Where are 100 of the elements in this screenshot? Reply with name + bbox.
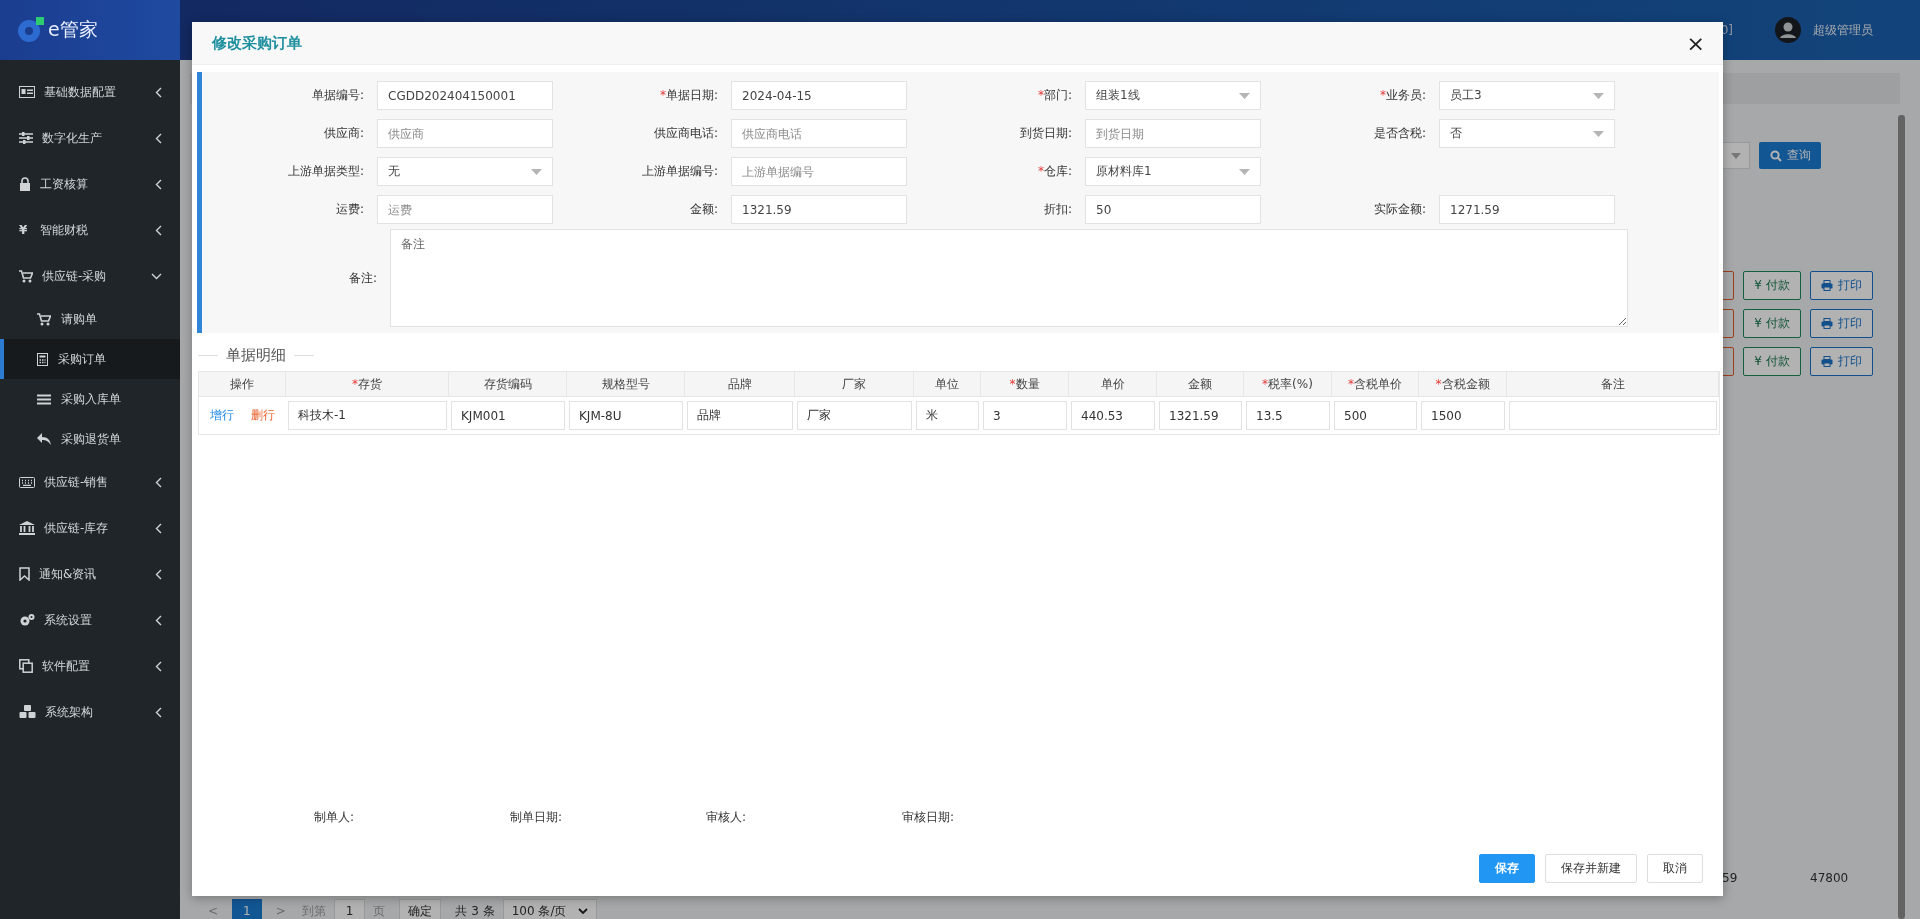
printer-icon xyxy=(1821,318,1833,329)
submenu-item[interactable]: 采购入库单 xyxy=(0,379,180,419)
menu-item[interactable]: 供应链-库存 xyxy=(0,505,180,551)
avatar-icon[interactable] xyxy=(1775,17,1801,43)
caret-icon xyxy=(578,908,589,914)
pay-button[interactable]: ¥ 付款 xyxy=(1743,309,1801,338)
page-input[interactable]: 1 xyxy=(333,899,366,919)
menu-item[interactable]: 基础数据配置 xyxy=(0,69,180,115)
table-cell-input[interactable]: 440.53 xyxy=(1071,401,1155,430)
id-card-icon xyxy=(19,86,35,98)
add-row-link[interactable]: 增行 xyxy=(209,407,234,424)
sliders-icon xyxy=(19,132,33,144)
column-header: 备注 xyxy=(1507,372,1719,396)
footer-label: 审核人: xyxy=(706,809,748,826)
field-label: 金额: xyxy=(688,201,718,218)
goto-label: 到第 xyxy=(300,902,327,919)
submenu-item[interactable]: 采购退货单 xyxy=(0,419,180,459)
table-cell-input[interactable]: 500 xyxy=(1334,401,1417,430)
column-header: *数量 xyxy=(981,372,1069,396)
field-label: 折扣: xyxy=(1042,201,1072,218)
dialog-button[interactable]: 保存并新建 xyxy=(1545,854,1637,883)
column-header: 操作 xyxy=(199,372,286,396)
menu-item[interactable]: 系统设置 xyxy=(0,597,180,643)
menu-item[interactable]: 供应链-销售 xyxy=(0,459,180,505)
input-field[interactable]: 50 xyxy=(1085,195,1261,224)
table-cell-input[interactable]: 厂家 xyxy=(797,401,912,430)
logo-icon xyxy=(18,17,44,43)
chevron-left-icon xyxy=(155,224,162,236)
search-button[interactable]: 查询 xyxy=(1759,142,1821,169)
table-cell-input[interactable]: 3 xyxy=(983,401,1067,430)
scrollbar[interactable] xyxy=(1898,115,1905,919)
field-label: 单据编号: xyxy=(310,87,364,104)
print-button[interactable]: 打印 xyxy=(1810,347,1873,376)
menu-item[interactable]: 供应链-采购 xyxy=(0,253,180,299)
close-button[interactable]: × xyxy=(1682,30,1709,56)
caret-icon xyxy=(1239,168,1250,175)
input-field[interactable]: 上游单据编号 xyxy=(731,157,907,186)
table-cell-input[interactable]: 13.5 xyxy=(1246,401,1330,430)
chevron-left-icon xyxy=(155,614,162,626)
dialog-button[interactable]: 取消 xyxy=(1647,854,1703,883)
field-label: *业务员: xyxy=(1378,87,1426,104)
input-field[interactable]: 供应商 xyxy=(377,119,553,148)
table-cell-input[interactable]: 1321.59 xyxy=(1159,401,1242,430)
input-field[interactable]: 运费 xyxy=(377,195,553,224)
input-field[interactable]: CGDD202404150001 xyxy=(377,81,553,110)
menu-item[interactable]: ¥ 智能财税 xyxy=(0,207,180,253)
menu-item[interactable]: 数字化生产 xyxy=(0,115,180,161)
select-field[interactable]: 员工3 xyxy=(1439,81,1615,110)
select-field[interactable]: 无 xyxy=(377,157,553,186)
table-cell-input[interactable] xyxy=(1509,401,1717,430)
select-field[interactable]: 组装1线 xyxy=(1085,81,1261,110)
input-field[interactable]: 1271.59 xyxy=(1439,195,1615,224)
input-field[interactable]: 1321.59 xyxy=(731,195,907,224)
remark-field[interactable]: 备注 xyxy=(390,229,1628,327)
submenu-item[interactable]: 采购订单 xyxy=(0,339,180,379)
field-label: 运费: xyxy=(334,201,364,218)
chevron-left-icon xyxy=(155,522,162,534)
pay-button[interactable]: ¥ 付款 xyxy=(1743,271,1801,300)
dialog-title: 修改采购订单 xyxy=(212,33,302,53)
field-label: 实际金额: xyxy=(1372,201,1426,218)
field-label: 备注: xyxy=(347,269,377,287)
select-field[interactable]: 原材料库1 xyxy=(1085,157,1261,186)
table-cell-input[interactable]: 1500 xyxy=(1421,401,1505,430)
menu-item[interactable]: 系统架构 xyxy=(0,689,180,735)
menu-item[interactable]: 通知&资讯 xyxy=(0,551,180,597)
table-cell-input[interactable]: KJM001 xyxy=(451,401,565,430)
page-button[interactable]: 1 xyxy=(232,899,262,919)
input-field[interactable]: 到货日期 xyxy=(1085,119,1261,148)
field-label: 上游单据类型: xyxy=(286,163,364,180)
input-field[interactable]: 2024-04-15 xyxy=(731,81,907,110)
search-icon xyxy=(1769,149,1782,162)
table-cell-input[interactable]: 科技木-1 xyxy=(288,401,447,430)
caret-icon xyxy=(531,168,542,175)
delete-row-link[interactable]: 删行 xyxy=(251,407,276,424)
table-cell-input[interactable]: 品牌 xyxy=(687,401,793,430)
yen-icon: ¥ xyxy=(1754,354,1762,368)
bookmark-icon xyxy=(19,567,30,581)
caret-icon xyxy=(1593,92,1604,99)
confirm-button[interactable]: 确定 xyxy=(399,899,442,919)
lock-icon xyxy=(19,177,31,191)
print-button[interactable]: 打印 xyxy=(1810,309,1873,338)
print-button[interactable]: 打印 xyxy=(1810,271,1873,300)
field-label: 到货日期: xyxy=(1018,125,1072,142)
column-header: 品牌 xyxy=(685,372,795,396)
total-count: 共 3 条 xyxy=(454,902,496,919)
pay-button[interactable]: ¥ 付款 xyxy=(1743,347,1801,376)
menu-item[interactable]: 工资核算 xyxy=(0,161,180,207)
table-cell-input[interactable]: KJM-8U xyxy=(569,401,683,430)
submenu-item[interactable]: 请购单 xyxy=(0,299,180,339)
menu-item[interactable]: 软件配置 xyxy=(0,643,180,689)
column-header: *税率(%) xyxy=(1244,372,1332,396)
keyboard-icon xyxy=(19,476,35,488)
table-cell-input[interactable]: 米 xyxy=(916,401,979,430)
page-size-select[interactable]: 100 条/页 xyxy=(502,899,598,919)
input-field[interactable]: 供应商电话 xyxy=(731,119,907,148)
select-field[interactable]: 否 xyxy=(1439,119,1615,148)
reply-icon xyxy=(37,433,51,445)
footer-label: 制单人: xyxy=(314,809,356,826)
bank-icon xyxy=(19,521,35,535)
user-name[interactable]: 超级管理员 xyxy=(1813,21,1873,39)
